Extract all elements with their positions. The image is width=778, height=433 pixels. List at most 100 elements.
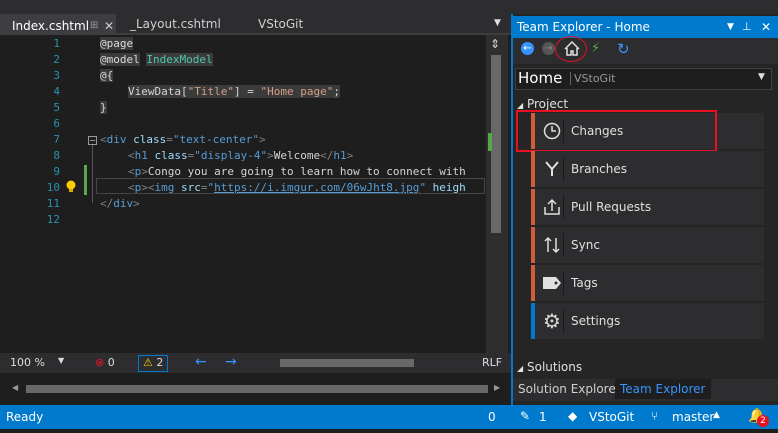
team-explorer-titlebar: Team Explorer - Home ▼ ⊥ ✕ (513, 16, 778, 38)
nav-accent-bar (531, 189, 535, 225)
pull-request-icon (539, 189, 565, 225)
line-9-box (96, 178, 485, 194)
error-indicator[interactable]: ⊗ 0 (95, 356, 115, 369)
tab-label: _Layout.cshtml (130, 17, 221, 31)
close-icon[interactable]: ✕ (761, 16, 771, 38)
sync-icon (539, 227, 565, 263)
chevron-down-icon: ▼ (58, 356, 65, 365)
panel-dropdown-icon[interactable]: ▼ (727, 16, 734, 38)
collapse-triangle-icon: ◢ (517, 101, 524, 110)
nav-label: Settings (571, 314, 621, 328)
refresh-icon[interactable]: ↻ (617, 40, 630, 58)
nav-accent-bar (531, 227, 535, 263)
tab-index-cshtml[interactable]: Index.cshtml ⊞ ✕ (0, 14, 116, 34)
outline-guide (92, 145, 93, 203)
error-count: 0 (107, 356, 115, 369)
nav-separator (563, 195, 564, 219)
code-editor[interactable]: 1 2 3 4 5 6 7 8 9 10 11 12 − @page @mode… (0, 35, 511, 353)
nav-label: Pull Requests (571, 200, 652, 214)
line-number: 3 (53, 69, 60, 82)
section-label: Solutions (526, 360, 583, 374)
home-title: Home (518, 69, 563, 87)
editor-tab-strip: Index.cshtml ⊞ ✕ _Layout.cshtml VStoGit … (0, 14, 511, 34)
repo-icon: ◆ (568, 409, 578, 423)
collapse-toggle-icon[interactable]: − (88, 136, 97, 145)
branch-icon: ⑂ (651, 409, 659, 423)
zoom-value: 100 % (10, 356, 45, 369)
pencil-icon: ✎ (520, 409, 531, 423)
home-page-selector[interactable]: Home VStoGit ▼ (515, 68, 772, 90)
nav-item-sync[interactable]: Sync (531, 227, 764, 263)
line-number: 6 (53, 117, 60, 130)
team-explorer-toolbar: ← → ⚡ ↻ (513, 36, 778, 64)
top-strip (0, 0, 778, 14)
scrollbar-thumb[interactable] (491, 55, 501, 233)
home-highlight-circle (555, 36, 587, 62)
connect-icon[interactable]: ⚡ (591, 41, 600, 56)
panel-bottom-tabs: Solution Explorer Team Explorer (513, 379, 778, 401)
vertical-scrollbar[interactable]: ⇕ (486, 35, 508, 353)
navigate-forward-icon[interactable]: → (225, 354, 237, 370)
editor-status-bar: 100 % ▼ ⊗ 0 ⚠ 2 ← → RLF (0, 353, 511, 373)
nav-separator (563, 233, 564, 257)
nav-separator (563, 271, 564, 295)
tab-vstogit[interactable]: VStoGit (246, 14, 303, 34)
notification-badge: 2 (757, 415, 769, 427)
code-line-2: @model IndexModel (100, 53, 213, 66)
nav-item-tags[interactable]: Tags (531, 265, 764, 301)
line-number: 12 (46, 213, 60, 226)
split-icon[interactable]: ⇕ (490, 37, 500, 51)
branch-icon (539, 151, 565, 187)
line-number: 5 (53, 101, 60, 114)
project-section-header[interactable]: ◢ Project (517, 97, 568, 111)
zoom-dropdown[interactable]: 100 % ▼ (10, 356, 68, 370)
tab-label: VStoGit (258, 17, 304, 31)
warning-count: 2 (156, 356, 164, 369)
code-line-7: <div class="text-center"> (100, 133, 266, 146)
nav-item-branches[interactable]: Branches (531, 151, 764, 187)
line-number: 9 (53, 165, 60, 178)
unpublished-commits[interactable]: 0 (488, 410, 496, 424)
error-icon: ⊗ (95, 356, 105, 369)
solutions-section-header[interactable]: ◢ Solutions (517, 360, 582, 374)
scroll-right-icon[interactable]: ▶ (494, 383, 500, 392)
nav-accent-bar (531, 303, 535, 339)
warning-indicator[interactable]: ⚠ 2 (138, 355, 169, 372)
code-line-3: @{ (100, 69, 114, 82)
scroll-left-icon[interactable]: ◀ (12, 383, 18, 392)
chevron-down-icon: ▼ (758, 72, 765, 82)
back-icon[interactable]: ← (521, 42, 534, 55)
collapse-triangle-icon: ◢ (517, 364, 524, 373)
line-ending[interactable]: RLF (482, 356, 502, 369)
scroll-change-marker (488, 133, 492, 151)
nav-separator (563, 309, 564, 333)
line-number: 8 (53, 149, 60, 162)
section-label: Project (526, 97, 569, 111)
code-line-9: <p>Congo you are going to learn how to c… (128, 165, 466, 178)
tab-solution-explorer[interactable]: Solution Explorer (518, 382, 621, 396)
nav-item-pull-requests[interactable]: Pull Requests (531, 189, 764, 225)
line-number: 1 (53, 37, 60, 50)
nav-accent-bar (531, 265, 535, 301)
changes-highlight-box (516, 110, 717, 152)
pin-icon[interactable]: ⊥ (742, 16, 752, 38)
change-marker (84, 165, 87, 195)
pending-changes-count[interactable]: 1 (539, 410, 547, 424)
tag-icon (539, 265, 565, 301)
status-text: Ready (6, 410, 44, 424)
tab-team-explorer[interactable]: Team Explorer (615, 379, 711, 399)
lightbulb-icon[interactable] (65, 180, 77, 194)
forward-icon[interactable]: → (542, 42, 555, 55)
nav-item-settings[interactable]: ⚙ Settings (531, 303, 764, 339)
editor-hscroll-thumb[interactable] (280, 359, 414, 367)
tab-dropdown-icon[interactable]: ▼ (494, 18, 501, 28)
tab-layout-cshtml[interactable]: _Layout.cshtml (118, 14, 221, 34)
panel-title: Team Explorer - Home (517, 20, 650, 34)
line-number: 11 (46, 197, 60, 210)
line-number: 4 (53, 85, 60, 98)
horizontal-scrollbar-thumb[interactable] (26, 385, 488, 393)
gear-icon: ⚙ (543, 309, 561, 333)
navigate-back-icon[interactable]: ← (195, 354, 207, 370)
repo-name[interactable]: VStoGit (589, 410, 634, 424)
branch-name[interactable]: master (672, 410, 714, 424)
